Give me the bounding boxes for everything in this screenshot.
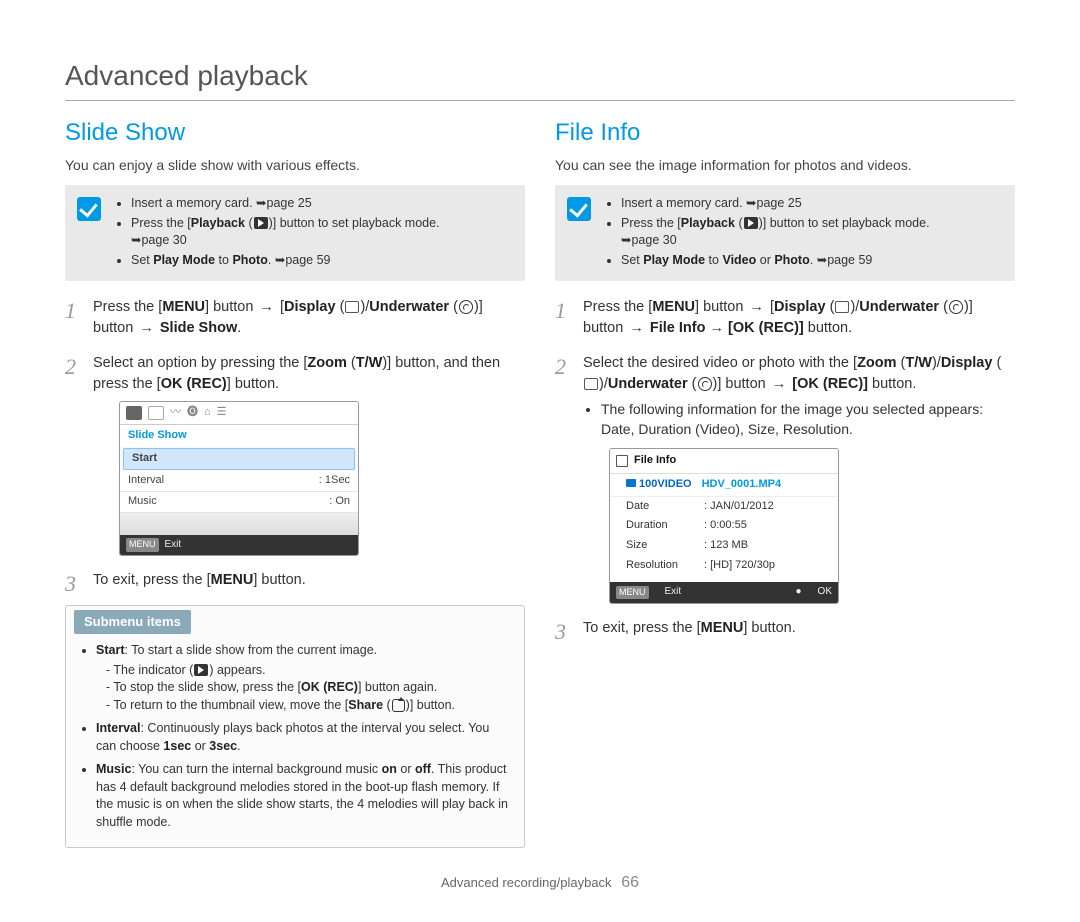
osd-music-row: Music: On <box>120 492 358 513</box>
osd-toolbar-icon <box>126 406 142 420</box>
step-1: 1 Press the [MENU] button → [Display ()/… <box>65 297 525 339</box>
display-icon <box>835 301 849 313</box>
osd-preview-area <box>120 513 358 535</box>
osd-size-row: Size123 MB <box>610 536 838 556</box>
ok-dot-icon: ● <box>796 585 802 600</box>
prereq-item: Set Play Mode to Photo. ➥page 59 <box>131 252 440 270</box>
prereq-list: Insert a memory card. ➥page 25 Press the… <box>113 195 440 271</box>
osd-path-row: 100VIDEO HDV_0001.MP4 <box>610 474 838 497</box>
file-info-heading: File Info <box>555 119 1015 147</box>
slide-show-intro: You can enjoy a slide show with various … <box>65 157 525 173</box>
check-icon <box>567 197 591 221</box>
prereq-item: Insert a memory card. ➥page 25 <box>621 195 930 213</box>
osd-toolbar-icon: ☰ <box>217 405 227 421</box>
slide-show-heading: Slide Show <box>65 119 525 147</box>
prereq-item: Press the [Playback ()] button to set pl… <box>621 215 930 250</box>
prereq-item: Insert a memory card. ➥page 25 <box>131 195 440 213</box>
osd-title-row: File Info <box>610 449 838 474</box>
underwater-icon <box>698 377 712 391</box>
display-icon <box>345 301 359 313</box>
playback-icon <box>254 217 268 229</box>
osd-toolbar-icon: 〰 <box>170 405 181 421</box>
slide-show-osd: 〰 🅞 ⌂ ☰ Slide Show Start Interval: 1Sec … <box>119 401 359 556</box>
menu-key-icon: MENU <box>616 586 649 599</box>
slide-show-prereq-box: Insert a memory card. ➥page 25 Press the… <box>65 185 525 281</box>
prereq-item: Set Play Mode to Video or Photo. ➥page 5… <box>621 252 930 270</box>
left-column: Slide Show You can enjoy a slide show wi… <box>65 119 525 848</box>
menu-key-icon: MENU <box>126 538 159 551</box>
submenu-title: Submenu items <box>74 610 191 634</box>
folder-icon <box>626 479 636 487</box>
right-column: File Info You can see the image informat… <box>555 119 1015 848</box>
prereq-list: Insert a memory card. ➥page 25 Press the… <box>603 195 930 271</box>
submenu-box: Submenu items Start: To start a slide sh… <box>65 605 525 848</box>
step-2: 2 Select an option by pressing the [Zoom… <box>65 353 525 556</box>
page-footer: Advanced recording/playback 66 <box>65 874 1015 892</box>
submenu-start: Start: To start a slide show from the cu… <box>96 642 512 714</box>
submenu-interval: Interval: Continuously plays back photos… <box>96 720 512 755</box>
osd-resolution-row: Resolution[HD] 720/30p <box>610 556 838 576</box>
osd-toolbar-icon: ⌂ <box>204 405 211 421</box>
play-indicator-icon <box>194 664 208 676</box>
file-info-intro: You can see the image information for ph… <box>555 157 1015 173</box>
osd-start-row: Start <box>123 448 355 470</box>
page-title: Advanced playback <box>65 60 1015 101</box>
step-1: 1 Press the [MENU] button → [Display ()/… <box>555 297 1015 339</box>
file-info-osd: File Info 100VIDEO HDV_0001.MP4 DateJAN/… <box>609 448 839 604</box>
osd-duration-row: Duration0:00:55 <box>610 516 838 536</box>
submenu-music: Music: You can turn the internal backgro… <box>96 761 512 831</box>
file-info-steps: 1 Press the [MENU] button → [Display ()/… <box>555 297 1015 639</box>
manual-page: Advanced playback Slide Show You can enj… <box>0 0 1080 922</box>
slide-show-steps: 1 Press the [MENU] button → [Display ()/… <box>65 297 525 591</box>
file-info-icon <box>616 455 628 467</box>
underwater-icon <box>459 300 473 314</box>
check-icon <box>77 197 101 221</box>
playback-icon <box>744 217 758 229</box>
page-number: 66 <box>615 874 639 891</box>
osd-title: Slide Show <box>120 425 358 447</box>
step-3: 3 To exit, press the [MENU] button. <box>555 618 1015 639</box>
share-icon <box>392 699 405 712</box>
osd-toolbar: 〰 🅞 ⌂ ☰ <box>120 402 358 425</box>
osd-toolbar-icon: 🅞 <box>187 405 198 421</box>
step-2-note: The following information for the image … <box>601 399 1015 440</box>
file-info-prereq-box: Insert a memory card. ➥page 25 Press the… <box>555 185 1015 281</box>
step-2: 2 Select the desired video or photo with… <box>555 353 1015 604</box>
underwater-icon <box>949 300 963 314</box>
step-3: 3 To exit, press the [MENU] button. <box>65 570 525 591</box>
prereq-item: Press the [Playback ()] button to set pl… <box>131 215 440 250</box>
osd-footer: MENU Exit ● OK <box>610 582 838 603</box>
submenu-list: Start: To start a slide show from the cu… <box>78 642 512 831</box>
osd-footer: MENU Exit <box>120 535 358 556</box>
osd-toolbar-icon <box>148 406 164 420</box>
two-column-layout: Slide Show You can enjoy a slide show wi… <box>65 119 1015 848</box>
osd-interval-row: Interval: 1Sec <box>120 471 358 492</box>
display-icon <box>584 378 598 390</box>
osd-date-row: DateJAN/01/2012 <box>610 497 838 517</box>
